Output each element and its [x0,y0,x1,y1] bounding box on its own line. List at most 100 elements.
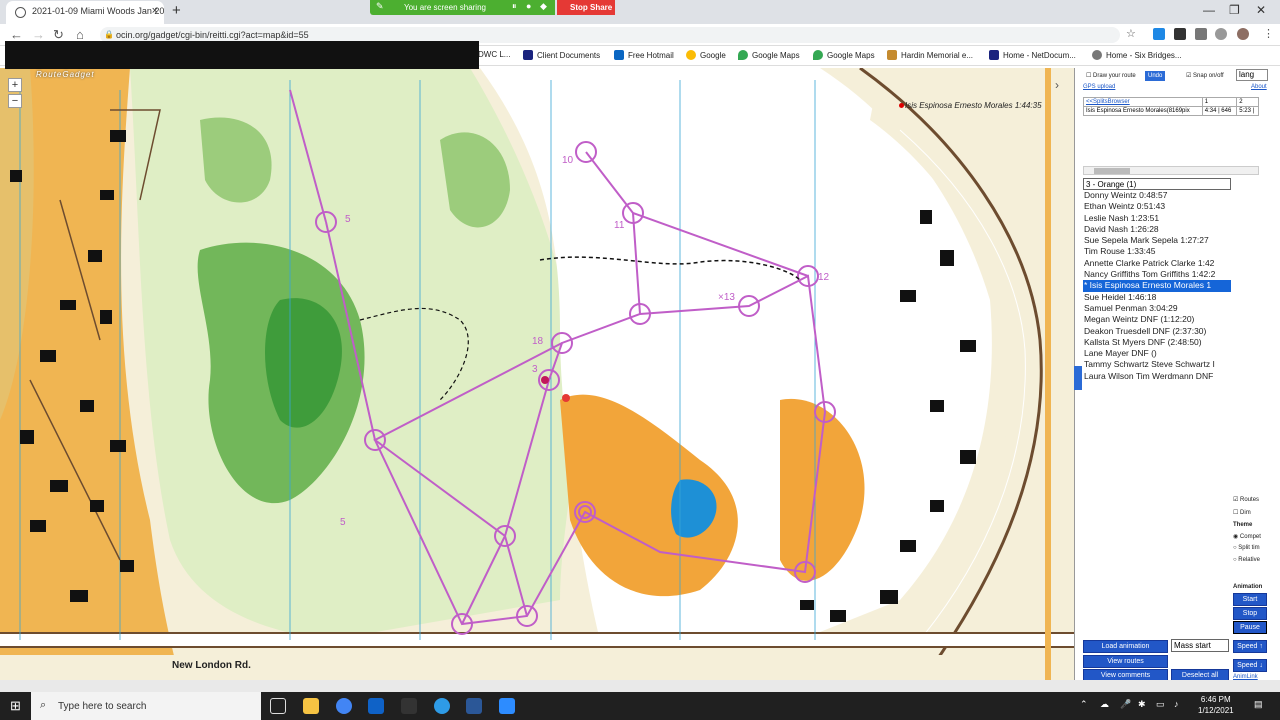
runner-item[interactable]: Laura Wilson Tim Werdmann DNF [1083,371,1231,382]
bookmark-item[interactable]: Client Documents [523,50,600,60]
class-select[interactable]: 3 - Orange (1) [1083,178,1231,190]
close-window-icon[interactable]: ✕ [1256,3,1266,17]
runner-item[interactable]: Annette Clarke Patrick Clarke 1:42 [1083,258,1231,269]
runner-item[interactable]: Megan Weintz DNF (1:12:20) [1083,314,1231,325]
zoom-out-button[interactable]: − [8,94,22,108]
puzzle-icon[interactable] [1195,28,1207,40]
star-icon[interactable]: ☆ [1126,27,1136,40]
bluetooth-icon[interactable]: ✱ [1138,699,1146,710]
gps-upload-link[interactable]: GPS upload [1083,84,1115,90]
mic-icon[interactable]: ● [526,1,531,11]
home-icon[interactable]: ⌂ [76,27,84,42]
pause-button[interactable]: Pause [1233,621,1267,634]
runner-item[interactable]: Nancy Griffiths Tom Griffiths 1:42:2 [1083,269,1231,280]
bookmark-item[interactable]: Home - NetDocum... [989,50,1076,60]
tab-close-icon[interactable]: × [152,5,158,17]
theme-option[interactable]: ○ Relative [1233,557,1260,563]
bookmark-item[interactable]: DWC L... [478,50,510,59]
start-button[interactable]: Start [1233,593,1267,606]
speed-up-button[interactable]: Speed ↑ [1233,640,1267,653]
runner-item[interactable]: Samuel Penman 3:04:29 [1083,303,1231,314]
routegadget-logo: RouteGadget [36,70,95,79]
taskbar-search-placeholder: Type here to search [58,701,147,712]
volume-icon[interactable]: ♪ [1174,699,1179,709]
splits-scrollbar[interactable] [1083,166,1259,175]
extension-icon[interactable] [1153,28,1165,40]
menu-icon[interactable]: ⋮ [1263,27,1274,40]
runner-item[interactable]: Lane Mayer DNF () [1083,348,1231,359]
dim-checkbox[interactable]: ☐ Dim [1233,509,1251,516]
snap-checkbox[interactable]: ☑ Snap on/off [1186,72,1224,79]
runner-item[interactable]: Tammy Schwartz Steve Schwartz I [1083,359,1231,370]
windows-start-icon[interactable]: ⊞ [10,698,21,714]
theme-option[interactable]: ○ Split tim [1233,545,1260,551]
media-icon[interactable] [1215,28,1227,40]
runner-item[interactable]: Donny Weintz 0:48:57 [1083,190,1231,201]
runner-item[interactable]: Sue Heidel 1:46:18 [1083,292,1231,303]
extension-nd-icon[interactable] [1174,28,1186,40]
runner-item[interactable]: Ethan Weintz 0:51:43 [1083,201,1231,212]
chevron-up-icon[interactable]: ⌃ [1080,699,1088,710]
runner-item[interactable]: Tim Rouse 1:33:45 [1083,246,1231,257]
mass-start-select[interactable]: Mass start [1171,639,1229,652]
orienteering-map[interactable]: 10 11 12 ×13 3 5 5 18 + − › [0,68,1074,680]
new-tab-button[interactable]: + [172,2,181,19]
load-animation-button[interactable]: Load animation [1083,640,1168,653]
screen-sharing-label: You are screen sharing [404,3,486,12]
edge-icon[interactable] [434,698,450,714]
zoom-in-button[interactable]: + [8,78,22,92]
zoom-icon[interactable] [499,698,515,714]
word-icon[interactable] [466,698,482,714]
taskbar-search[interactable]: ⌕ Type here to search [31,692,261,720]
runner-item[interactable]: Kallsta St Myers DNF (2:48:50) [1083,337,1231,348]
stop-share-button[interactable]: Stop Share [557,0,615,15]
avatar[interactable] [1237,28,1249,40]
split-cell: 4:34 | 646 [1201,106,1238,116]
stop-button[interactable]: Stop [1233,607,1267,620]
chrome-icon[interactable] [336,698,352,714]
splitsbrowser-link[interactable]: <<SplitsBrowser [1083,97,1203,107]
bookmark-item[interactable]: Hardin Memorial e... [887,50,973,60]
clock[interactable]: 6:46 PM 1/12/2021 [1198,694,1234,716]
runner-list[interactable]: Donny Weintz 0:48:57 Ethan Weintz 0:51:43… [1083,190,1231,382]
pause-icon[interactable]: ⏸ [512,1,517,12]
acrobat-icon[interactable] [401,698,417,714]
mic-tray-icon[interactable]: 🎤 [1120,699,1131,710]
bookmark-item[interactable]: Google [686,50,726,60]
outlook-icon[interactable] [368,698,384,714]
task-view-icon[interactable] [270,698,286,714]
collapse-panel-icon[interactable]: › [1055,78,1059,92]
theme-option[interactable]: ◉ Compet [1233,533,1261,540]
bookmark-item[interactable]: Google Maps [813,50,875,60]
draw-route-checkbox[interactable]: ☐ Draw your route [1086,72,1136,79]
runner-item[interactable]: David Nash 1:26:28 [1083,224,1231,235]
browser-tab[interactable]: 2021-01-09 Miami Woods Jan 20 × [6,1,164,24]
view-routes-button[interactable]: View routes [1083,655,1168,668]
notifications-icon[interactable]: ▤ [1254,699,1263,710]
cloud-icon[interactable]: ☁ [1100,699,1109,710]
forward-icon[interactable]: → [32,27,45,42]
runner-item[interactable]: Deakon Truesdell DNF (2:37:30) [1083,326,1231,337]
svg-text:5: 5 [345,214,351,225]
minimize-icon[interactable]: — [1203,3,1215,17]
battery-icon[interactable]: ▭ [1156,699,1165,710]
file-explorer-icon[interactable] [303,698,319,714]
panel-toggle-tab[interactable] [1074,366,1082,390]
routes-checkbox[interactable]: ☑ Routes [1233,496,1259,503]
bookmark-item[interactable]: Google Maps [738,50,800,60]
browser-tab-bar: 2021-01-09 Miami Woods Jan 20 × + ✎ You … [0,0,1280,24]
back-icon[interactable]: ← [10,27,23,42]
maximize-icon[interactable]: ❐ [1229,3,1240,17]
shield-icon[interactable]: ◆ [540,1,547,12]
runner-item[interactable]: Leslie Nash 1:23:51 [1083,213,1231,224]
horizontal-scrollbar[interactable] [0,680,1280,692]
undo-button[interactable]: Undo [1145,71,1166,81]
speed-down-button[interactable]: Speed ↓ [1233,659,1267,672]
lang-select[interactable]: lang [1236,69,1268,81]
runner-item[interactable]: Sue Sepela Mark Sepela 1:27:27 [1083,235,1231,246]
about-link[interactable]: About [1251,84,1267,90]
runner-item[interactable]: * Isis Espinosa Ernesto Morales 1 [1083,280,1231,292]
bookmark-item[interactable]: Free Hotmail [614,50,674,60]
animation-label: Animation [1233,584,1263,590]
bookmark-item[interactable]: Home - Six Bridges... [1092,50,1182,60]
